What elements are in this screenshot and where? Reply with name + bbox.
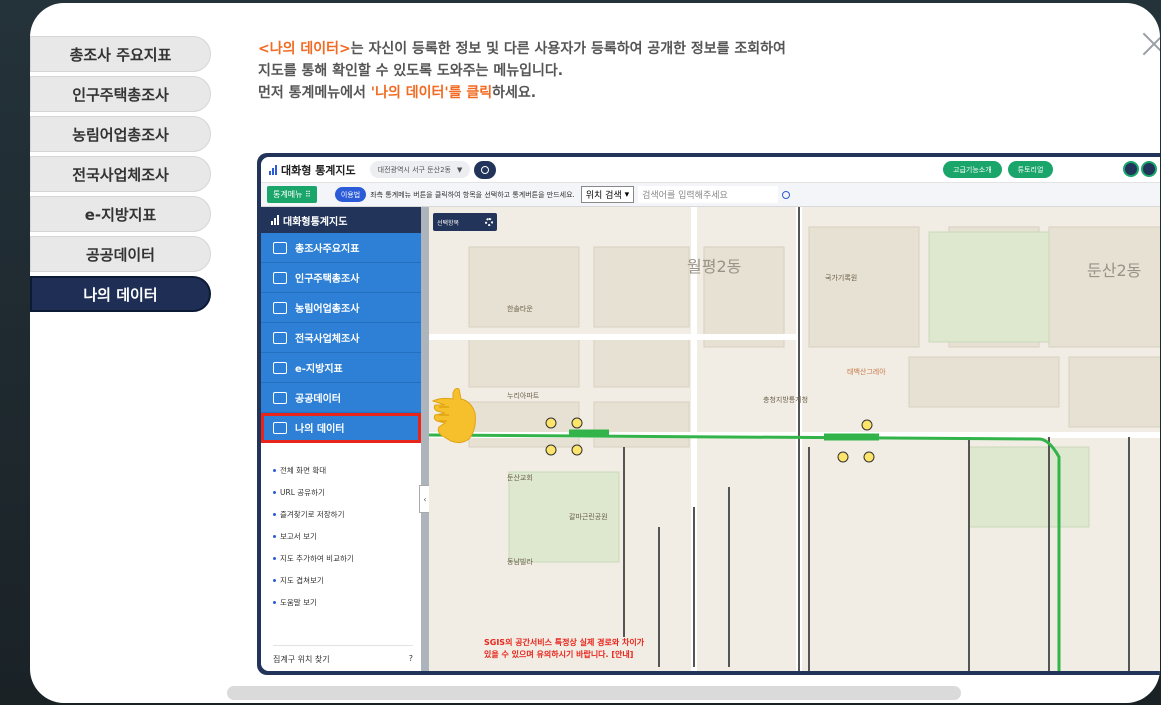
dropdown-arrow-icon: ▼ (456, 165, 463, 174)
panel-menu-item[interactable]: e-지방지표 (261, 353, 421, 383)
search-input[interactable]: 검색어를 입력해주세요 (638, 186, 779, 203)
map-canvas (429, 207, 1160, 671)
panel-menu-item[interactable]: 농림어업총조사 (261, 293, 421, 323)
map-toggle-icon[interactable] (1141, 161, 1157, 177)
location-search-select[interactable]: 위치 검색 ▾ (580, 186, 635, 203)
gear-icon (485, 218, 493, 226)
panel-link[interactable]: 즐겨찾기로 저장하기 (273, 503, 421, 525)
map-label: 태백산그레아 (847, 368, 886, 376)
panel-menu-label: 농림어업총조사 (295, 304, 360, 315)
description-line3-highlight: '나의 데이터'를 클릭 (370, 85, 493, 101)
magnifier-icon (481, 165, 490, 174)
map-view[interactable]: 선택항목 월평2동 둔산2동 한솔타운 누리아파트 충청지방통계청 둔산교회 갈… (429, 207, 1160, 671)
map-label-district: 월평2동 (687, 257, 742, 276)
search-location-button[interactable] (474, 160, 497, 179)
address-text: 대전광역시 서구 둔산2동 (377, 165, 451, 174)
house-icon (273, 271, 287, 284)
farm-icon (273, 301, 287, 314)
panel-footer[interactable]: 집계구 위치 찾기? (273, 645, 413, 665)
horizontal-scrollbar[interactable] (227, 686, 961, 700)
close-icon[interactable] (1140, 30, 1160, 58)
help-icon[interactable]: ? (409, 654, 413, 665)
panel-link[interactable]: URL 공유하기 (273, 481, 421, 503)
tab-my-data[interactable]: 나의 데이터 (30, 276, 211, 312)
map-select-label: 선택항목 (437, 219, 460, 227)
panel-menu-item[interactable]: 전국사업체조사 (261, 323, 421, 353)
panel-menu-label: 총조사주요지표 (295, 244, 360, 255)
description-highlight: <나의 데이터> (258, 41, 351, 57)
tab-agriculture[interactable]: 농림어업총조사 (30, 116, 211, 152)
map-label: 동남빌라 (507, 558, 533, 566)
stat-menu-button[interactable]: 통계메뉴 ⠿ (267, 186, 317, 203)
panel-menu-label: 인구주택총조사 (295, 274, 360, 285)
tab-census-key-indicators[interactable]: 총조사 주요지표 (30, 36, 211, 72)
app-toolbar: 통계메뉴 ⠿ 이용법 좌측 통계메뉴 버튼을 클릭하여 항목을 선택하고 통계버… (261, 183, 1160, 207)
address-selector[interactable]: 대전광역시 서구 둔산2동 ▼ (369, 161, 471, 178)
description-line3-pre: 먼저 통계메뉴에서 (258, 85, 371, 101)
description-line3-post: 하세요. (492, 85, 537, 101)
tutorial-modal: <나의 데이터>는 자신이 등록한 정보 및 다른 사용자가 등록하여 공개한 … (30, 3, 1160, 703)
search-icon[interactable] (782, 190, 791, 199)
panel-menu-item[interactable]: 공공데이터 (261, 383, 421, 413)
stat-menu-panel: 대화형통계지도 총조사주요지표 인구주택총조사 농림어업총조사 전국사업체조사 … (261, 207, 421, 671)
tab-population-housing[interactable]: 인구주택총조사 (30, 76, 211, 112)
chart-bars-icon (269, 164, 277, 175)
chart-icon (273, 241, 287, 254)
map-warning: SGIS의 공간서비스 특정상 실제 경로와 차이가 있을 수 있으며 유의하시… (484, 637, 644, 661)
grid-icon: ⠿ (305, 190, 311, 199)
panel-menu-item[interactable]: 총조사주요지표 (261, 233, 421, 263)
select-value: 위치 검색 (585, 191, 622, 201)
panel-title: 대화형통계지도 (283, 216, 348, 228)
tutorial-description: <나의 데이터>는 자신이 등록한 정보 및 다른 사용자가 등록하여 공개한 … (258, 38, 958, 104)
map-label: 누리아파트 (507, 392, 540, 400)
advanced-features-button[interactable]: 고급기능소개 (943, 161, 1002, 178)
usage-button[interactable]: 이용법 (334, 187, 367, 202)
map-label-district: 둔산2동 (1087, 261, 1142, 280)
description-line1: 는 자신이 등록한 정보 및 다른 사용자가 등록하여 공개한 정보를 조회하여 (350, 41, 786, 57)
map-label: 갈마근린공원 (569, 513, 608, 521)
map-label: 충청지방통계청 (763, 396, 809, 404)
usage-hint: 좌측 통계메뉴 버튼을 클릭하여 항목을 선택하고 통계버튼을 만드세요. (370, 190, 575, 199)
cloud-icon (273, 391, 287, 404)
chart-bars-icon (271, 215, 279, 225)
app-topbar: 대화형 통계지도 대전광역시 서구 둔산2동 ▼ 고급기능소개 튜토리얼 (261, 157, 1160, 183)
app-brand: 대화형 통계지도 (269, 162, 356, 178)
app-title: 대화형 통계지도 (281, 163, 356, 177)
tab-public-data[interactable]: 공공데이터 (30, 236, 211, 272)
panel-header: 대화형통계지도 (261, 207, 421, 233)
panel-collapse-bar[interactable]: ‹ (419, 207, 431, 671)
panel-menu-label: 전국사업체조사 (295, 334, 360, 345)
panel-link[interactable]: 전체 화면 확대 (273, 459, 421, 481)
panel-links: 전체 화면 확대 URL 공유하기 즐겨찾기로 저장하기 보고서 보기 지도 추… (261, 443, 421, 613)
panel-link[interactable]: 도움말 보기 (273, 591, 421, 613)
tab-e-regional-indicators[interactable]: e-지방지표 (30, 196, 211, 232)
map-warning-line: SGIS의 공간서비스 특정상 실제 경로와 차이가 (484, 638, 645, 647)
pointing-hand-icon (431, 388, 476, 444)
panel-footer-label: 집계구 위치 찾기 (273, 655, 330, 664)
panel-menu-label: 나의 데이터 (295, 424, 345, 435)
stat-menu-label: 통계메뉴 (273, 190, 303, 199)
map-select-button[interactable]: 선택항목 (433, 213, 497, 231)
map-warning-line: 있을 수 있으며 유의하시기 바랍니다. [안내] (484, 650, 634, 659)
building-icon (273, 331, 287, 344)
panel-link[interactable]: 지도 추가하여 비교하기 (273, 547, 421, 569)
description-line2: 지도를 통해 확인할 수 있도록 도와주는 메뉴입니다. (258, 63, 564, 79)
map-label: 둔산교회 (507, 474, 533, 482)
panel-menu-item[interactable]: 인구주택총조사 (261, 263, 421, 293)
tutorial-screenshot: 대화형 통계지도 대전광역시 서구 둔산2동 ▼ 고급기능소개 튜토리얼 통계메뉴… (257, 153, 1160, 675)
panel-menu-label: e-지방지표 (295, 364, 343, 375)
thumbs-up-icon (273, 361, 287, 374)
panel-menu-label: 공공데이터 (295, 394, 341, 405)
map-label: 국가기록원 (825, 274, 858, 282)
panel-link[interactable]: 지도 겹쳐보기 (273, 569, 421, 591)
panel-menu-item-my-data[interactable]: 나의 데이터 (261, 413, 421, 443)
panel-link[interactable]: 보고서 보기 (273, 525, 421, 547)
map-label: 한솔타운 (507, 305, 533, 313)
grid-toggle-icon[interactable] (1123, 161, 1139, 177)
tab-business-survey[interactable]: 전국사업체조사 (30, 156, 211, 192)
document-user-icon (273, 421, 287, 434)
tutorial-button[interactable]: 튜토리얼 (1007, 161, 1054, 178)
